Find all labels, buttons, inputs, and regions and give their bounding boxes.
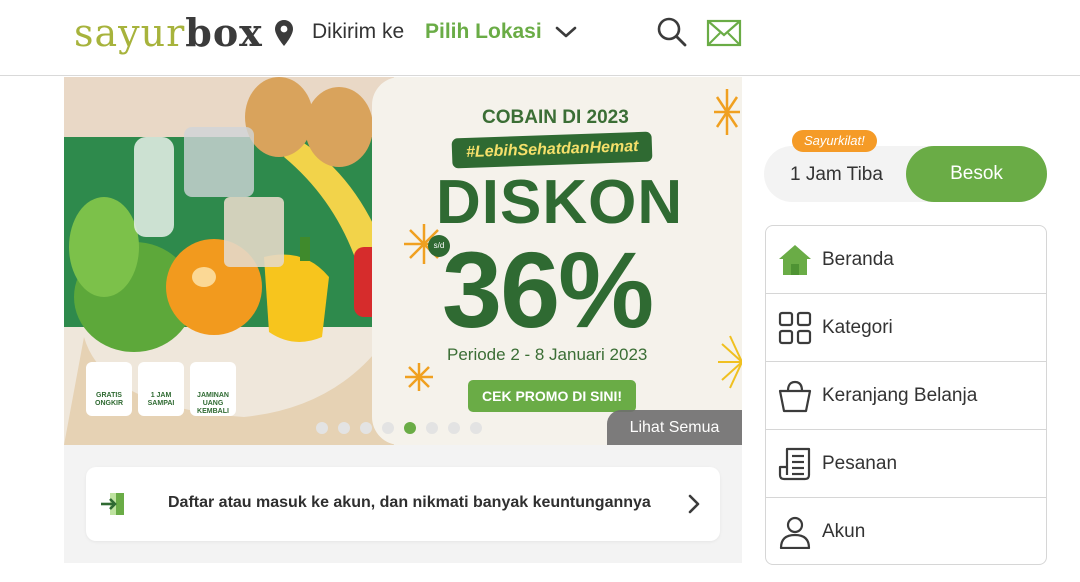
menu-item-pesanan[interactable]: Pesanan — [766, 430, 1046, 498]
badge-one-hour: 1 JAM SAMPAI — [138, 362, 184, 416]
menu-label: Keranjang Belanja — [822, 385, 978, 406]
home-icon — [779, 245, 811, 275]
menu-label: Kategori — [822, 317, 893, 338]
menu-item-kategori[interactable]: Kategori — [766, 294, 1046, 362]
grid-icon — [778, 311, 812, 345]
menu-label: Akun — [822, 521, 866, 542]
promo-hashtag: #LebihSehatdanHemat — [451, 131, 653, 169]
top-header: sayurbox Dikirim ke Pilih Lokasi — [0, 0, 1080, 76]
promo-card: COBAIN DI 2023 #LebihSehatdanHemat DISKO… — [372, 77, 742, 445]
login-prompt-card[interactable]: Daftar atau masuk ke akun, dan nikmati b… — [86, 467, 720, 541]
basket-icon — [778, 380, 812, 413]
login-arrow-icon — [101, 493, 124, 515]
carousel-dot[interactable] — [382, 422, 394, 434]
carousel-dot[interactable] — [448, 422, 460, 434]
sayurbox-logo[interactable]: sayurbox — [74, 10, 263, 55]
user-icon — [779, 516, 811, 549]
carousel-dot[interactable] — [338, 422, 350, 434]
login-prompt-text: Daftar atau masuk ke akun, dan nikmati b… — [168, 494, 651, 511]
logo-text-part1: sayur — [74, 11, 186, 55]
delivery-option-besok[interactable]: Besok — [906, 146, 1047, 202]
logo-text-part2: box — [185, 10, 263, 55]
promo-period: Periode 2 - 8 Januari 2023 — [447, 345, 648, 364]
side-menu: Beranda Kategori Keranjang Belanja Pesan… — [765, 225, 1047, 565]
carousel-dot[interactable] — [404, 422, 416, 434]
menu-label: Beranda — [822, 249, 894, 270]
menu-item-akun[interactable]: Akun — [766, 498, 1046, 564]
badge-money-back: JAMINAN UANG KEMBALI — [190, 362, 236, 416]
mail-icon[interactable] — [706, 18, 742, 48]
chevron-down-icon[interactable] — [554, 22, 578, 42]
carousel-dots — [316, 422, 482, 434]
choose-location-link[interactable]: Pilih Lokasi — [425, 20, 542, 44]
location-prefix: Dikirim ke — [312, 20, 405, 43]
carousel-dot[interactable] — [316, 422, 328, 434]
carousel-dot[interactable] — [426, 422, 438, 434]
search-icon[interactable] — [656, 16, 688, 48]
promo-top-text: COBAIN DI 2023 — [482, 107, 629, 128]
sparkle-decoration — [714, 89, 740, 135]
promo-percent: 36% — [442, 229, 654, 350]
carousel-dot[interactable] — [360, 422, 372, 434]
see-all-button[interactable]: Lihat Semua — [607, 410, 742, 445]
location-pin-icon — [275, 20, 293, 46]
sparkle-decoration-3 — [405, 363, 433, 391]
sayurkilat-badge: Sayurkilat! — [792, 130, 877, 152]
menu-label: Pesanan — [822, 453, 898, 474]
delivery-option-1-jam[interactable]: 1 Jam Tiba — [790, 164, 883, 186]
service-badges: GRATIS ONGKIR 1 JAM SAMPAI JAMINAN UANG … — [86, 362, 236, 416]
delivery-time-toggle: 1 Jam Tiba Besok — [764, 146, 1047, 202]
menu-item-keranjang[interactable]: Keranjang Belanja — [766, 362, 1046, 430]
badge-free-shipping: GRATIS ONGKIR — [86, 362, 132, 416]
promo-banner-carousel[interactable]: GRATIS ONGKIR 1 JAM SAMPAI JAMINAN UANG … — [64, 77, 742, 445]
carousel-dot[interactable] — [470, 422, 482, 434]
sparkle-decoration-4 — [718, 335, 742, 389]
chevron-right-icon[interactable] — [686, 493, 702, 515]
login-prompt-section: Daftar atau masuk ke akun, dan nikmati b… — [64, 445, 742, 563]
promo-cta-button[interactable]: CEK PROMO DI SINI! — [468, 380, 637, 412]
receipt-icon — [778, 447, 811, 481]
menu-item-beranda[interactable]: Beranda — [766, 226, 1046, 294]
